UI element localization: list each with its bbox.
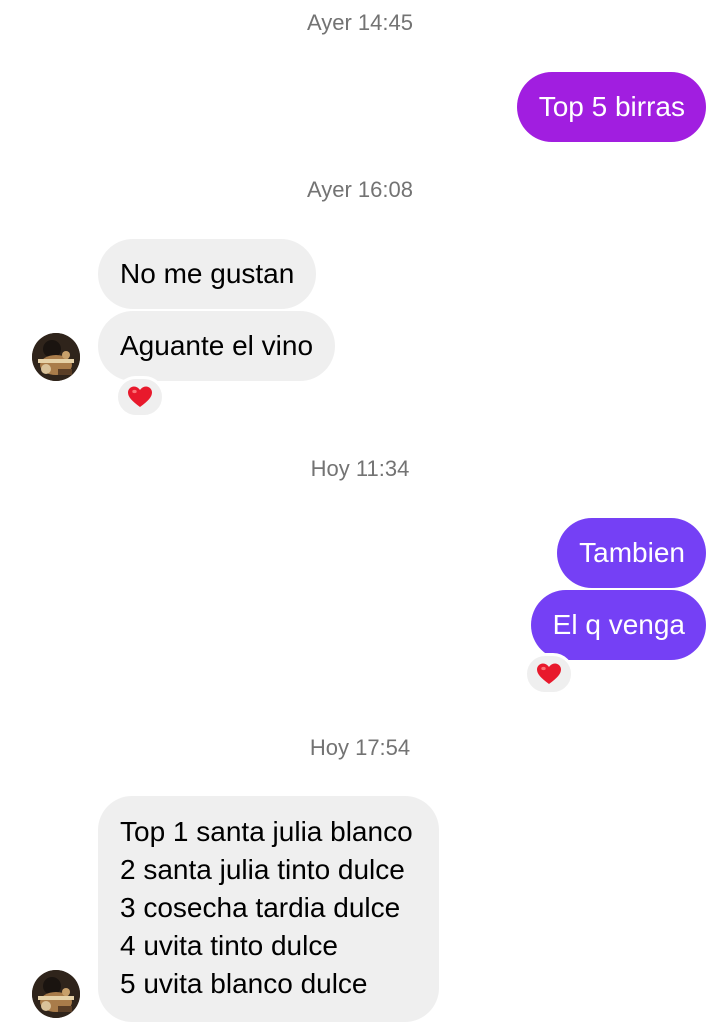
avatar-image [32, 970, 80, 1018]
avatar[interactable] [32, 970, 80, 1018]
message-line: 3 cosecha tardia dulce [120, 892, 401, 923]
heart-icon [537, 663, 561, 684]
message-incoming[interactable]: Aguante el vino [98, 311, 336, 381]
heart-icon [128, 386, 152, 407]
avatar-image [32, 333, 80, 381]
timestamp: Hoy 11:34 [310, 456, 410, 481]
message-line: Top 1 santa julia blanco [120, 816, 413, 847]
message-incoming[interactable]: Top 1 santa julia blanco 2 santa julia t… [98, 796, 439, 1022]
message-line: 2 santa julia tinto dulce [120, 854, 405, 885]
timestamp: Ayer 16:08 [306, 177, 413, 202]
reaction-badge[interactable] [115, 376, 165, 418]
reaction-badge[interactable] [524, 653, 574, 695]
timestamp: Ayer 14:45 [306, 10, 413, 35]
message-thread: Ayer 14:45 Top 5 birras Ayer 16:08 No me… [0, 0, 720, 1032]
message-outgoing[interactable]: Tambien [557, 518, 706, 588]
message-outgoing[interactable]: Top 5 birras [516, 72, 706, 142]
message-line: 5 uvita blanco dulce [120, 968, 368, 999]
message-incoming[interactable]: No me gustan [98, 239, 317, 309]
message-line: 4 uvita tinto dulce [120, 930, 338, 961]
avatar[interactable] [32, 333, 80, 381]
message-outgoing[interactable]: El q venga [530, 590, 706, 660]
timestamp: Hoy 17:54 [309, 735, 411, 760]
